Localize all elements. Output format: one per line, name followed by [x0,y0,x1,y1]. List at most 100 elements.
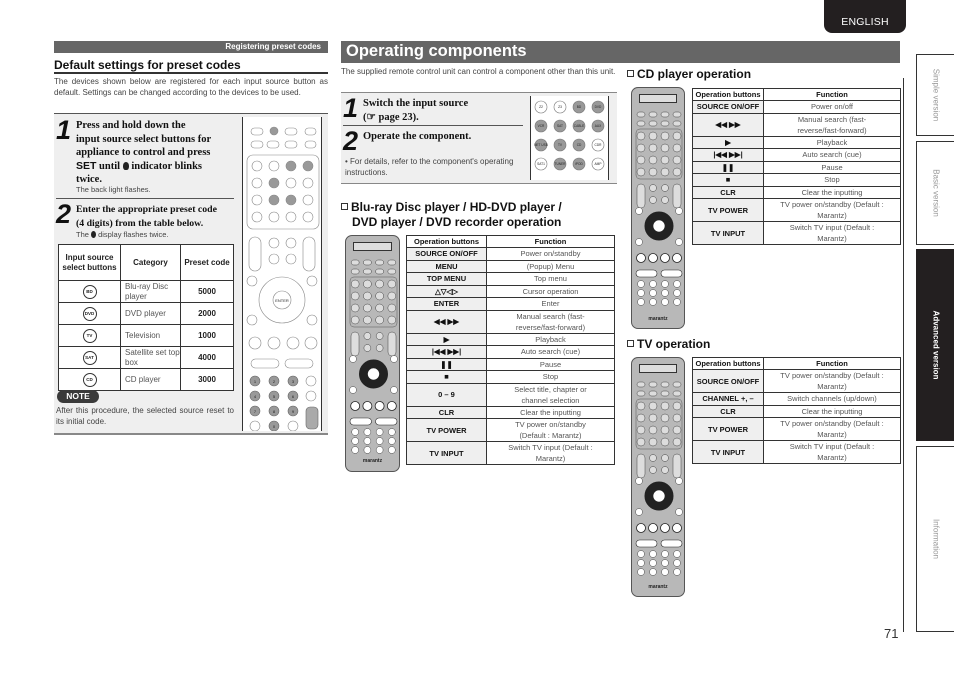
volume-key [672,453,682,479]
remote-illustration-tv: marantz [631,357,685,597]
remote-key [649,454,657,462]
number-key [649,298,657,306]
remote-key [648,390,658,397]
remote-key [648,155,658,165]
number-key [673,550,681,558]
remote-key [648,413,658,423]
cd-heading: CD player operation [627,67,751,82]
transport-key [660,523,670,533]
brand-logo: marantz [648,584,668,590]
col-header: Operation buttons [406,235,487,248]
remote-key [363,268,372,275]
remote-key [675,238,683,246]
section-bar: Registering preset codes [54,41,328,53]
enter-key [652,489,666,503]
transport-key [672,523,682,533]
operating-intro: The supplied remote control unit can con… [341,67,616,76]
step-2-number: 2 [343,126,359,156]
function-cell: Manual search (fast-reverse/fast-forward… [763,112,901,137]
source-button-label: TUNER [555,162,567,166]
number-key [351,437,359,445]
step-1-line: appliance to control and press [76,147,211,158]
operation-button-cell: ■ [692,173,764,187]
remote-key [635,238,643,246]
operation-button-cell: 0 – 9 [406,382,487,407]
checkbox-bullet-icon [341,203,348,210]
source-button-cell: BD [58,280,121,303]
divider [54,433,328,435]
function-cell: Enter [486,297,615,311]
remote-key [349,386,357,394]
source-button-cell: DVD [58,302,121,325]
number-key [375,428,384,436]
number-key [649,568,657,576]
tab-information[interactable]: Information [916,446,954,632]
remote-key [672,155,682,165]
tab-advanced-version[interactable]: Advanced version [916,249,954,441]
function-cell: Auto search (cue) [486,345,615,359]
tab-basic-version[interactable]: Basic version [916,141,954,245]
table-row: TV POWER TV power on/standby (Default : M… [692,417,901,441]
source-button-cell: TV [58,324,121,347]
remote-key [636,155,646,165]
operation-button-cell: ❚❚ [692,160,764,174]
remote-key [387,279,397,289]
remote-key [661,196,669,204]
skip-key [349,417,372,426]
table-row: ▶ Playback [692,135,901,149]
remote-svg [635,111,683,306]
remote-key [661,454,669,462]
number-key [673,568,681,576]
heading-text: CD player operation [637,67,752,81]
remote-key [375,344,384,352]
operation-button-cell: |◀◀ ▶▶| [692,148,764,162]
table-row: ❚❚ Pause [406,357,615,371]
side-rule [903,78,904,632]
transport-key [648,253,658,263]
operation-button-cell: MENU [406,259,487,273]
source-button-label: DVD [595,105,602,109]
remote-key [648,425,658,435]
number-key [388,437,396,445]
step-1-line: SET until indicator blinks [76,159,203,172]
number-key [673,559,681,567]
function-cell: TV power on/standby (Default : Marantz) [763,369,901,393]
category-cell: DVD player [120,302,181,325]
source-button-label: VCR [538,124,545,128]
function-cell: Playback [486,332,615,346]
function-cell: Stop [763,173,901,187]
function-cell: TV power on/standby (Default : Marantz) [486,418,615,442]
number-key [637,289,645,297]
category-cell: Television [120,324,181,347]
page-number: 71 [884,626,899,641]
function-cell: Pause [763,160,901,174]
remote-key [387,259,397,266]
remote-key [660,120,670,127]
step-2-text: Operate the component. [363,131,472,142]
remote-key [375,315,384,325]
transport-key [386,401,397,411]
volume-key [387,331,397,357]
remote-key [636,120,646,127]
remote-key [390,386,398,394]
number-key [661,559,669,567]
remote-key [636,131,646,141]
language-tab[interactable]: ENGLISH [824,0,906,33]
remote-key [350,315,360,325]
operation-button-cell: TOP MENU [406,272,487,286]
function-cell: Power on/off [763,100,901,114]
function-cell: Auto search (cue) [763,148,901,162]
remote-key [387,268,397,275]
function-cell: Switch channels (up/down) [763,392,901,406]
table-row: TV POWER TV power on/standby (Default : M… [692,198,901,222]
table-row: SAT Satellite set top box 4000 [58,346,234,369]
bluray-operation-table: Operation buttons Function SOURCE ON/OFF… [406,235,615,465]
tab-simple-version[interactable]: Simple version [916,54,954,136]
operation-button-cell: ■ [406,370,487,384]
source-button-label: NET USB [534,143,548,147]
code-cell: 2000 [180,302,234,325]
step-1-line: input source select buttons for [76,133,212,145]
table-row: ◀◀ ▶▶ Manual search (fast-reverse/fast-fo… [406,309,615,334]
page-reference-link[interactable]: (☞ page 23). [363,111,468,125]
step-1-line-tail: indicator blinks [128,160,203,172]
